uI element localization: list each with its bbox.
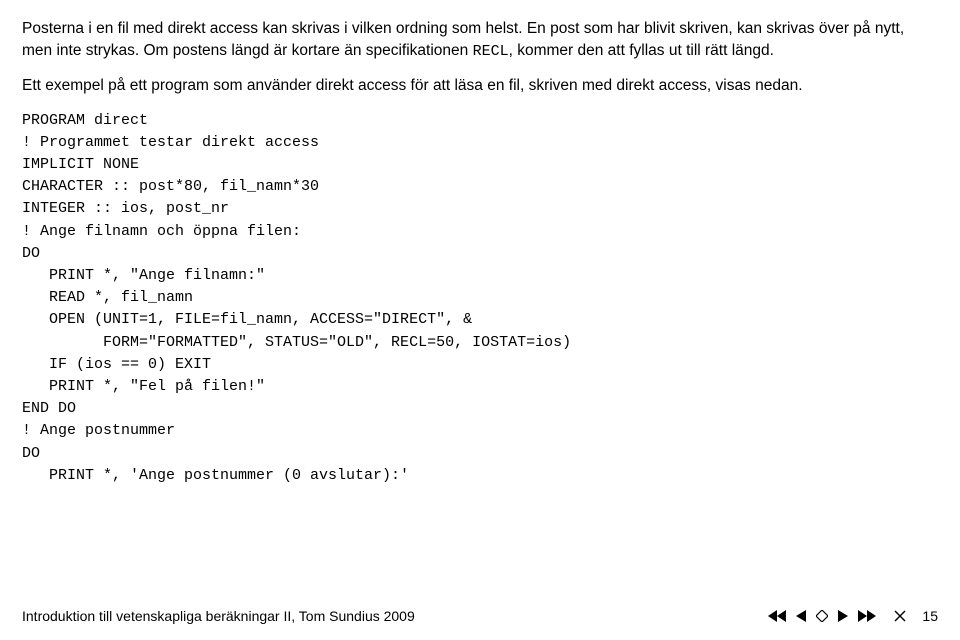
code-line: IMPLICIT NONE [22,156,139,173]
footer-nav: 15 [768,608,938,624]
code-line: ! Ange filnamn och öppna filen: [22,223,301,240]
fastforward-icon[interactable] [858,610,876,622]
close-icon[interactable] [894,610,906,622]
page-content: Posterna i en fil med direkt access kan … [22,18,938,487]
code-line: CHARACTER :: post*80, fil_namn*30 [22,178,319,195]
rewind-icon[interactable] [768,610,786,622]
code-line: DO [22,245,40,262]
code-line: PRINT *, "Ange filnamn:" [22,267,265,284]
code-line: PRINT *, "Fel på filen!" [22,378,265,395]
footer-citation: Introduktion till vetenskapliga beräknin… [22,608,415,624]
code-line: DO [22,445,40,462]
p1-text-b: , kommer den att fyllas ut till rätt län… [509,42,774,59]
code-line: ! Programmet testar direkt access [22,134,319,151]
code-line: FORM="FORMATTED", STATUS="OLD", RECL=50,… [22,334,571,351]
code-block: PROGRAM direct ! Programmet testar direk… [22,110,938,487]
paragraph-2: Ett exempel på ett program som använder … [22,75,938,97]
code-line: PROGRAM direct [22,112,148,129]
prev-icon[interactable] [796,610,806,622]
code-line: READ *, fil_namn [22,289,193,306]
page-footer: Introduktion till vetenskapliga beräknin… [22,608,938,624]
code-line: IF (ios == 0) EXIT [22,356,211,373]
stop-icon[interactable] [816,610,828,622]
recl-keyword: RECL [473,43,509,60]
code-line: INTEGER :: ios, post_nr [22,200,229,217]
nav-icons-group [768,610,906,622]
page-number: 15 [922,608,938,624]
code-line: PRINT *, 'Ange postnummer (0 avslutar):' [22,467,409,484]
code-line: ! Ange postnummer [22,422,175,439]
paragraph-1: Posterna i en fil med direkt access kan … [22,18,938,63]
code-line: OPEN (UNIT=1, FILE=fil_namn, ACCESS="DIR… [22,311,472,328]
play-icon[interactable] [838,610,848,622]
code-line: END DO [22,400,76,417]
